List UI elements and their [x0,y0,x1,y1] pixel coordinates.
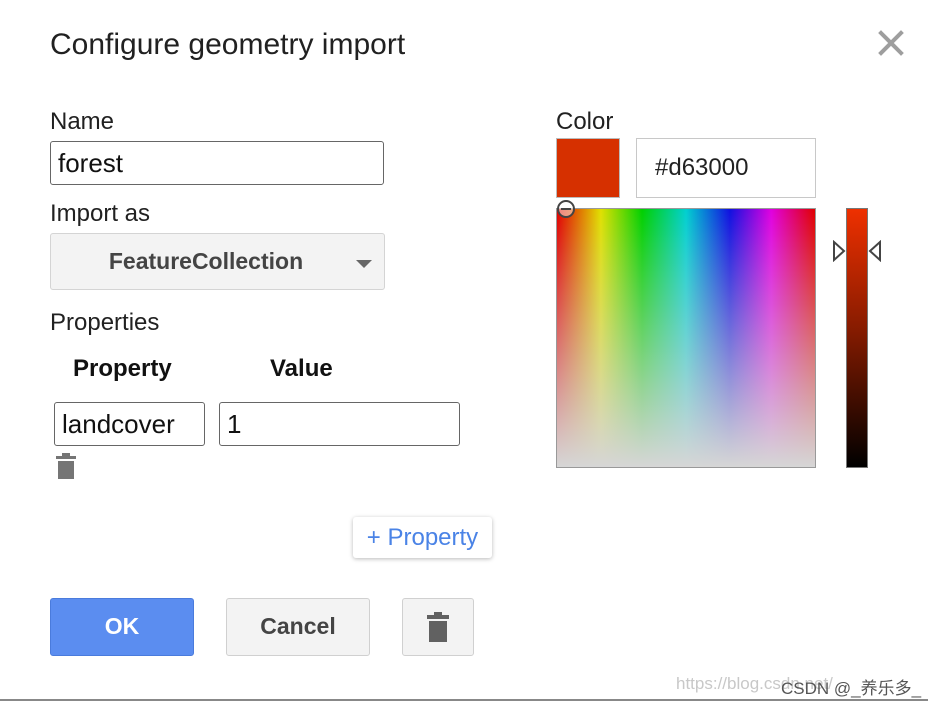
palette-marker[interactable] [557,200,575,218]
trash-icon [427,612,449,642]
color-label: Color [556,108,614,135]
chevron-down-icon [356,260,372,268]
slider-handle-right-icon[interactable] [868,240,882,262]
hue-slider[interactable] [846,208,868,468]
import-as-select[interactable]: FeatureCollection [50,233,385,290]
name-input[interactable] [50,141,384,185]
import-as-label: Import as [50,200,151,227]
delete-property-trash-icon[interactable] [55,453,77,479]
property-column-header: Property [73,355,172,382]
watermark-credit: CSDN @_养乐多_ [781,679,922,698]
property-name-input[interactable] [54,402,205,446]
delete-button[interactable] [402,598,474,656]
cancel-button[interactable]: Cancel [226,598,370,656]
value-column-header: Value [270,355,333,382]
color-hex-field[interactable]: #d63000 [636,138,816,198]
property-value-input[interactable] [219,402,460,446]
slider-handle-left-icon[interactable] [832,240,846,262]
color-palette[interactable] [556,208,816,468]
dialog-title: Configure geometry import [50,28,406,61]
import-as-value: FeatureCollection [108,248,304,274]
close-icon[interactable] [876,28,906,58]
add-property-button[interactable]: + Property [353,517,492,558]
ok-button[interactable]: OK [50,598,194,656]
properties-label: Properties [50,309,160,336]
color-swatch [556,138,620,198]
name-label: Name [50,108,115,135]
